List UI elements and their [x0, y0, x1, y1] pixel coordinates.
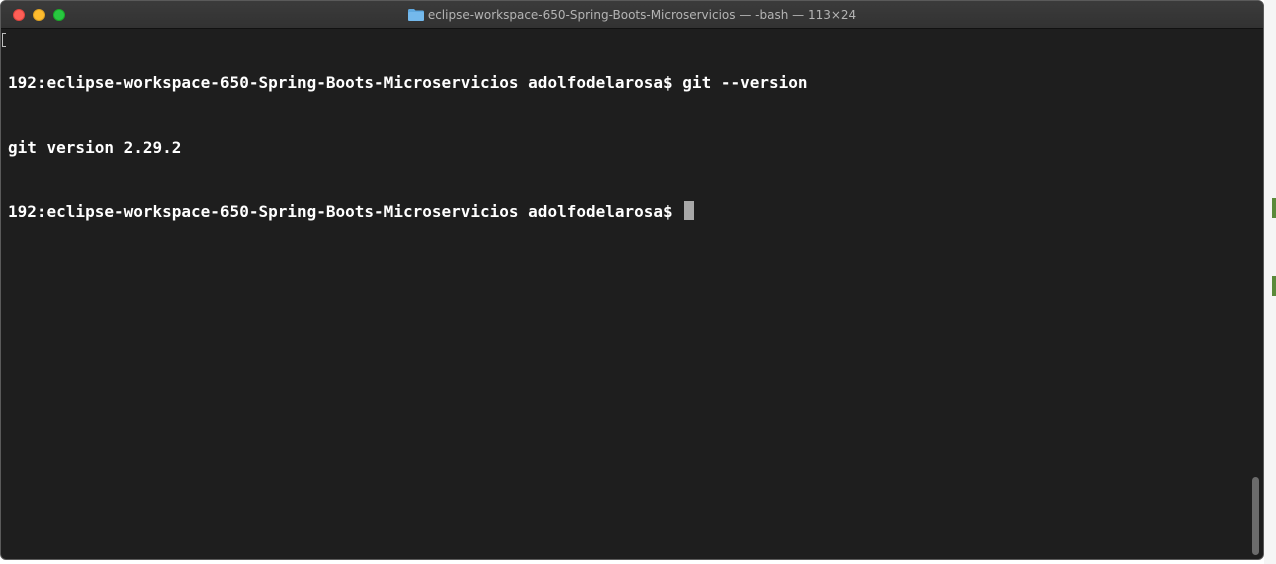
terminal-line: git version 2.29.2: [8, 137, 182, 157]
background-window-edge: [1264, 0, 1276, 564]
window-title-text: eclipse-workspace-650-Spring-Boots-Micro…: [427, 8, 857, 22]
background-mark: [1272, 198, 1276, 218]
background-mark: [1272, 276, 1276, 296]
window-title: eclipse-workspace-650-Spring-Boots-Micro…: [1, 1, 1263, 29]
folder-icon: [407, 9, 424, 21]
terminal-prompt-line[interactable]: 192:eclipse-workspace-650-Spring-Boots-M…: [8, 201, 1247, 223]
scrollbar-thumb[interactable]: [1252, 477, 1259, 555]
scrollbar-track[interactable]: [1247, 29, 1263, 559]
title-bar[interactable]: eclipse-workspace-650-Spring-Boots-Micro…: [1, 1, 1263, 29]
terminal-line: 192:eclipse-workspace-650-Spring-Boots-M…: [8, 73, 808, 92]
text-cursor: [684, 201, 695, 220]
terminal-window: eclipse-workspace-650-Spring-Boots-Micro…: [0, 0, 1264, 560]
terminal-output[interactable]: 192:eclipse-workspace-650-Spring-Boots-M…: [1, 29, 1247, 559]
